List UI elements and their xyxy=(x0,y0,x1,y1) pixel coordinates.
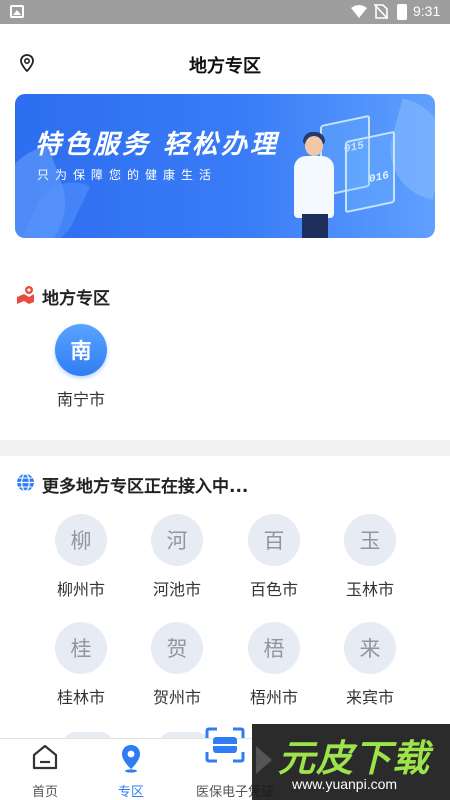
city-name: 百色市 xyxy=(249,580,298,599)
city-yulin[interactable]: 玉 玉林市 xyxy=(325,514,415,600)
more-zones-card: 更多地方专区正在接入中... 柳 柳州市 河 河池市 百 百色市 玉 玉林市 桂… xyxy=(0,456,450,746)
city-avatar: 梧 xyxy=(248,622,300,674)
city-avatar: 河 xyxy=(151,514,203,566)
no-sim-icon xyxy=(374,4,388,19)
city-name: 梧州市 xyxy=(249,688,298,707)
battery-icon xyxy=(397,4,407,20)
local-zone-card: 地方专区 南 南宁市 xyxy=(0,266,450,440)
banner-headline: 特色服务 轻松办理 xyxy=(35,130,280,160)
city-name: 柳州市 xyxy=(56,580,105,599)
doctor-illustration-legs xyxy=(302,214,328,238)
city-liuzhou[interactable]: 柳 柳州市 xyxy=(36,514,126,600)
city-name: 南宁市 xyxy=(56,390,105,409)
city-hezhou[interactable]: 贺 贺州市 xyxy=(132,622,222,708)
watermark-brand: 元皮下载 xyxy=(278,737,430,780)
watermark-overlay: 元皮下载 www.yuanpi.com xyxy=(252,724,450,800)
city-baise[interactable]: 百 百色市 xyxy=(229,514,319,600)
status-bar: 9:31 xyxy=(0,0,450,24)
city-laibin[interactable]: 来 来宾市 xyxy=(325,622,415,708)
globe-icon xyxy=(17,473,34,492)
doctor-illustration-coat xyxy=(294,156,334,218)
play-chevron-icon xyxy=(256,746,272,774)
city-avatar: 百 xyxy=(248,514,300,566)
city-hechi[interactable]: 河 河池市 xyxy=(132,514,222,600)
city-avatar: 玉 xyxy=(344,514,396,566)
status-time: 9:31 xyxy=(413,3,441,19)
city-name: 河池市 xyxy=(152,580,201,599)
city-name: 桂林市 xyxy=(56,688,105,707)
section-title-local: 地方专区 xyxy=(42,289,110,309)
section-title-more: 更多地方专区正在接入中... xyxy=(42,477,249,497)
city-wuzhou[interactable]: 梧 梧州市 xyxy=(229,622,319,708)
city-name: 贺州市 xyxy=(152,688,201,707)
home-icon xyxy=(32,744,58,770)
scan-icon xyxy=(205,727,245,763)
city-avatar: 贺 xyxy=(151,622,203,674)
location-pin-icon xyxy=(122,745,140,773)
image-notification-icon xyxy=(10,5,24,18)
map-pin-icon xyxy=(17,286,34,304)
city-guilin[interactable]: 桂 桂林市 xyxy=(36,622,126,708)
city-name: 玉林市 xyxy=(345,580,394,599)
tab-zone[interactable]: 专区 xyxy=(86,739,176,800)
wifi-icon xyxy=(351,5,367,18)
tab-label: 首页 xyxy=(31,785,58,800)
doctor-illustration-head xyxy=(305,136,323,156)
city-avatar: 来 xyxy=(344,622,396,674)
tab-label: 专区 xyxy=(117,785,144,800)
city-avatar: 桂 xyxy=(55,622,107,674)
page-title: 地方专区 xyxy=(189,56,261,77)
tab-home[interactable]: 首页 xyxy=(0,739,90,800)
watermark-url: www.yuanpi.com xyxy=(292,776,398,792)
city-avatar: 柳 xyxy=(55,514,107,566)
city-avatar: 南 xyxy=(55,324,107,376)
screen-number: 016 xyxy=(369,170,389,187)
header-section: 地方专区 特色服务 轻松办理 只为保障您的健康生活 015 016 xyxy=(0,24,450,274)
city-nanning[interactable]: 南 南宁市 xyxy=(36,324,126,410)
city-name: 来宾市 xyxy=(345,688,394,707)
banner-subline: 只为保障您的健康生活 xyxy=(37,168,218,182)
promo-banner[interactable]: 特色服务 轻松办理 只为保障您的健康生活 015 016 xyxy=(15,94,435,238)
banner-screen: 016 xyxy=(345,130,395,214)
